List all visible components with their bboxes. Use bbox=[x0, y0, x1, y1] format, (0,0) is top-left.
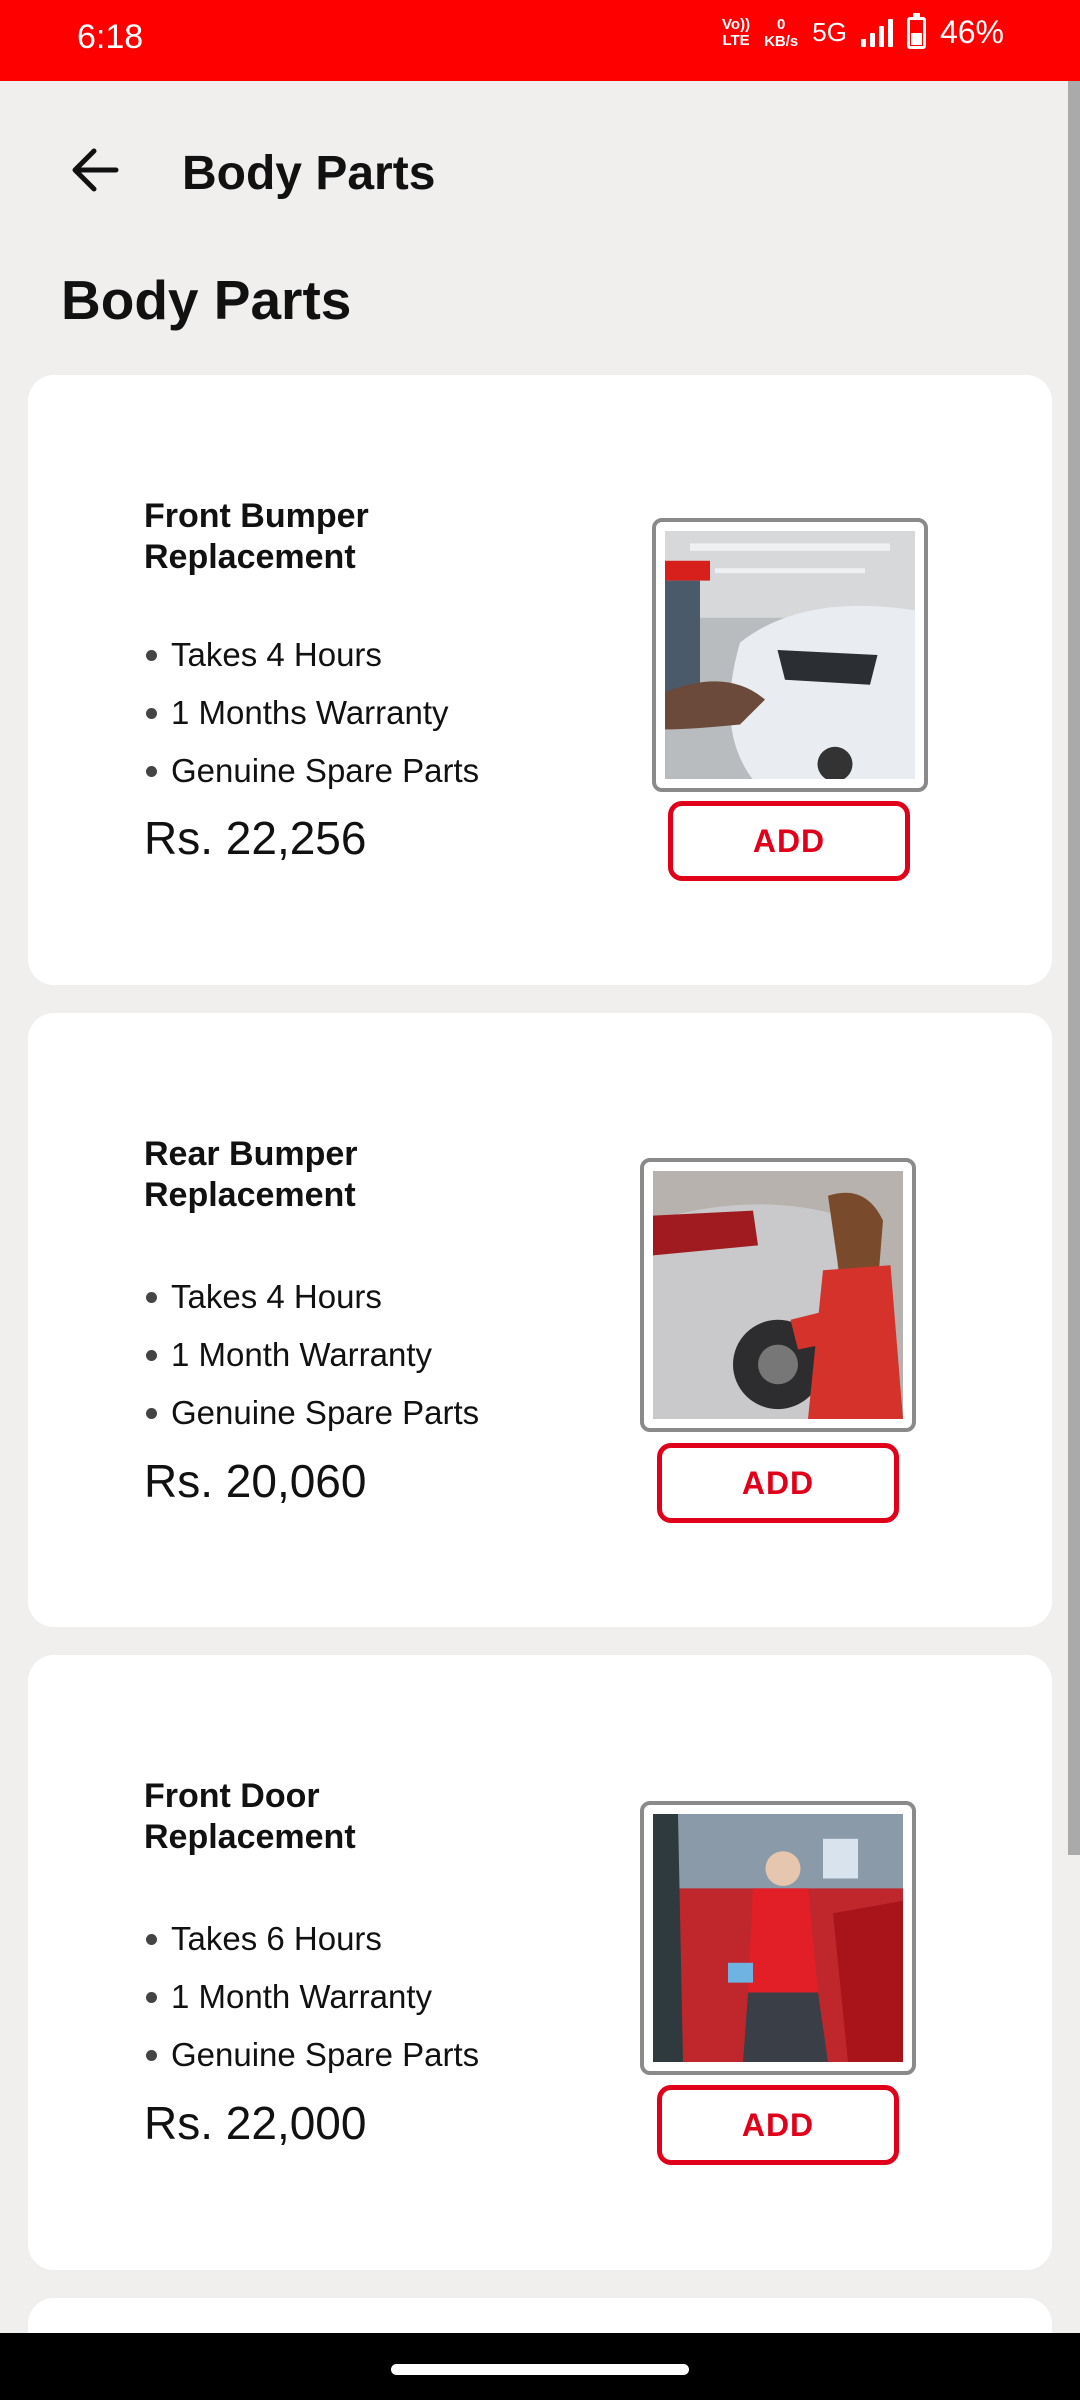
battery-percent: 46% bbox=[939, 14, 1004, 50]
bullet-icon bbox=[146, 707, 157, 719]
feature-item: Takes 4 Hours bbox=[144, 626, 479, 684]
service-price: Rs. 22,000 bbox=[144, 2097, 367, 2149]
add-button[interactable]: ADD bbox=[657, 1443, 899, 1523]
bullet-icon bbox=[146, 1291, 157, 1303]
status-time: 6:18 bbox=[77, 18, 144, 56]
back-button[interactable] bbox=[60, 140, 130, 200]
status-bar: 6:18 Vo)) LTE 0 KB/s 5G 46% bbox=[0, 0, 1080, 81]
feature-item: Genuine Spare Parts bbox=[144, 1384, 479, 1442]
feature-item: 1 Month Warranty bbox=[144, 1968, 479, 2026]
bullet-icon bbox=[146, 649, 157, 661]
arrow-left-icon bbox=[72, 148, 119, 192]
status-icons: Vo)) LTE 0 KB/s 5G 46% bbox=[722, 12, 1004, 51]
add-button[interactable]: ADD bbox=[668, 801, 910, 881]
network-speed-unit: KB/s bbox=[764, 32, 799, 50]
feature-item: Genuine Spare Parts bbox=[144, 742, 479, 800]
section-title: Body Parts bbox=[61, 269, 352, 331]
service-image bbox=[640, 1158, 916, 1432]
network-speed-value: 0 bbox=[777, 15, 786, 33]
feature-item: Takes 4 Hours bbox=[144, 1268, 479, 1326]
page-title: Body Parts bbox=[182, 147, 436, 200]
feature-list: Takes 6 Hours 1 Month Warranty Genuine S… bbox=[144, 1910, 479, 2084]
volte-top-text: Vo)) bbox=[722, 15, 751, 33]
bullet-icon bbox=[146, 765, 157, 777]
bullet-icon bbox=[146, 2049, 157, 2061]
volte-bottom-text: LTE bbox=[722, 31, 750, 49]
feature-item: Takes 6 Hours bbox=[144, 1910, 479, 1968]
network-type: 5G bbox=[812, 17, 847, 47]
feature-list: Takes 4 Hours 1 Month Warranty Genuine S… bbox=[144, 1268, 479, 1442]
scrollbar[interactable] bbox=[1068, 81, 1080, 1855]
service-name: Front Bumper Replacement bbox=[144, 497, 369, 576]
service-name: Rear Bumper Replacement bbox=[144, 1135, 358, 1214]
service-price: Rs. 20,060 bbox=[144, 1455, 367, 1507]
service-image bbox=[640, 1801, 916, 2075]
bullet-icon bbox=[146, 1991, 157, 2003]
feature-item: Genuine Spare Parts bbox=[144, 2026, 479, 2084]
service-image bbox=[652, 518, 928, 792]
feature-item: 1 Month Warranty bbox=[144, 1326, 479, 1384]
bullet-icon bbox=[146, 1349, 157, 1361]
add-button[interactable]: ADD bbox=[657, 2085, 899, 2165]
service-card-front-bumper: Front Bumper Replacement Takes 4 Hours 1… bbox=[28, 375, 1052, 985]
service-price: Rs. 22,256 bbox=[144, 812, 367, 864]
home-indicator[interactable] bbox=[391, 2364, 689, 2375]
feature-list: Takes 4 Hours 1 Months Warranty Genuine … bbox=[144, 626, 479, 800]
bullet-icon bbox=[146, 1933, 157, 1945]
service-card-rear-bumper: Rear Bumper Replacement Takes 4 Hours 1 … bbox=[28, 1013, 1052, 1627]
signal-icon bbox=[860, 18, 893, 47]
service-name: Front Door Replacement bbox=[144, 1777, 356, 1856]
volte-icon: Vo)) LTE bbox=[722, 15, 751, 49]
bullet-icon bbox=[146, 1407, 157, 1419]
service-card-front-door: Front Door Replacement Takes 6 Hours 1 M… bbox=[28, 1655, 1052, 2270]
battery-icon bbox=[906, 12, 926, 49]
network-speed: 0 KB/s bbox=[764, 16, 798, 50]
feature-item: 1 Months Warranty bbox=[144, 684, 479, 742]
